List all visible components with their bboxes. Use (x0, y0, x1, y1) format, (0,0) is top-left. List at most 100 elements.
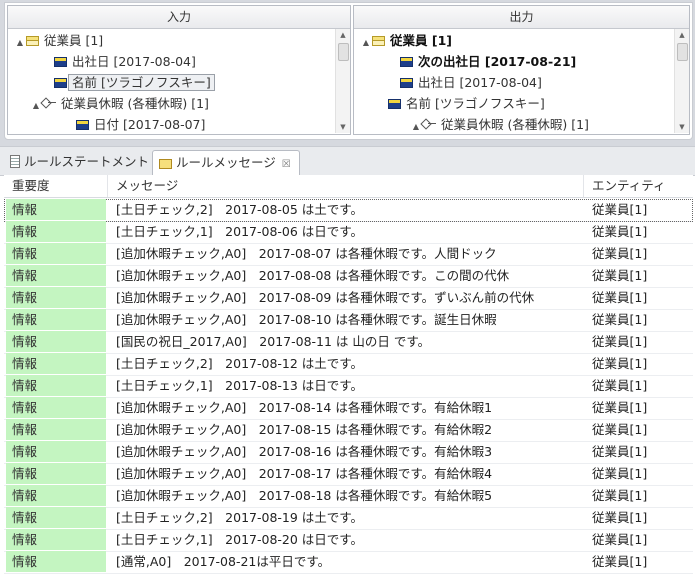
severity-cell: 情報 (6, 309, 106, 330)
severity-cell: 情報 (6, 353, 106, 374)
severity-cell: 情報 (6, 287, 106, 308)
entity-cell: 従業員[1] (592, 356, 648, 371)
table-row[interactable]: 情報 [追加休暇チェック,A0] 2017-08-17 は各種休暇です。有給休暇4… (4, 463, 693, 486)
message-cell: [追加休暇チェック,A0] 2017-08-14 は各種休暇です。有給休暇1 (116, 400, 493, 415)
tree-item-label: 従業員 [1] (390, 33, 452, 48)
table-row[interactable]: 情報 [土日チェック,2] 2017-08-19 は土です。 従業員[1] (4, 507, 693, 530)
input-panel-header: 入力 (8, 6, 350, 29)
table-row[interactable]: 情報 [土日チェック,1] 2017-08-20 は日です。 従業員[1] (4, 529, 693, 552)
tree-item[interactable]: ▲ 従業員 [1] (14, 30, 103, 51)
severity-cell: 情報 (6, 441, 106, 462)
scrollbar-thumb[interactable] (338, 43, 349, 61)
tree-item[interactable]: 出社日 [2017-08-04] (42, 51, 196, 72)
tree-item[interactable]: 出社日 [2017-08-04] (388, 72, 542, 93)
severity-cell: 情報 (6, 397, 106, 418)
table-row[interactable]: 情報 [追加休暇チェック,A0] 2017-08-18 は各種休暇です。有給休暇5… (4, 485, 693, 508)
table-row[interactable]: 情報 [追加休暇チェック,A0] 2017-08-10 は各種休暇です。誕生日休暇… (4, 309, 693, 332)
tree-item-label: 出社日 [2017-08-04] (418, 75, 542, 90)
column-header-message[interactable]: メッセージ (108, 175, 584, 197)
table-row[interactable]: 情報 [土日チェック,1] 2017-08-06 は日です。 従業員[1] (4, 221, 693, 244)
message-cell: [土日チェック,2] 2017-08-05 は土です。 (116, 202, 364, 217)
table-row[interactable]: 情報 [土日チェック,2] 2017-08-12 は土です。 従業員[1] (4, 353, 693, 376)
table-row[interactable]: 情報 [通常,A0] 2017-08-21は平日です。 従業員[1] (4, 551, 693, 574)
message-cell: [土日チェック,2] 2017-08-19 は土です。 (116, 510, 364, 525)
entity-cell: 従業員[1] (592, 488, 648, 503)
table-header: 重要度 メッセージ エンティティ (4, 175, 693, 198)
message-cell: [通常,A0] 2017-08-21は平日です。 (116, 554, 331, 569)
scroll-up-icon[interactable]: ▲ (675, 29, 689, 41)
severity-cell: 情報 (6, 463, 106, 484)
tree-item[interactable]: 次の出社日 [2017-08-21] (388, 51, 576, 72)
entity-cell: 従業員[1] (592, 268, 648, 283)
expand-toggle-icon[interactable]: ▲ (360, 32, 372, 53)
mapping-area: 入力 ▲ 従業員 [1] 出社日 [2017-08-04] 名前 [ツラゴノフスキー]… (0, 0, 695, 146)
entity-cell: 従業員[1] (592, 422, 648, 437)
field-icon (54, 78, 67, 88)
relation-icon (422, 119, 436, 129)
severity-cell: 情報 (6, 551, 106, 572)
scroll-down-icon[interactable]: ▼ (336, 121, 350, 133)
tree-item[interactable]: ▲ 従業員 [1] (360, 30, 452, 51)
table-row[interactable]: 情報 [追加休暇チェック,A0] 2017-08-14 は各種休暇です。有給休暇1… (4, 397, 693, 420)
severity-cell: 情報 (6, 331, 106, 352)
tree-item-label: 従業員 [1] (44, 33, 104, 48)
severity-cell: 情報 (6, 265, 106, 286)
table-row[interactable]: 情報 [追加休暇チェック,A0] 2017-08-15 は各種休暇です。有給休暇2… (4, 419, 693, 442)
table-row[interactable]: 情報 [国民の祝日_2017,A0] 2017-08-11 は 山の日 です。 従業… (4, 331, 693, 354)
field-icon (54, 57, 67, 67)
vertical-scrollbar[interactable]: ▲ ▼ (674, 29, 689, 133)
message-cell: [追加休暇チェック,A0] 2017-08-16 は各種休暇です。有給休暇3 (116, 444, 493, 459)
severity-cell: 情報 (6, 507, 106, 528)
column-header-entity[interactable]: エンティティ (584, 175, 693, 197)
tab-rule-message[interactable]: ルールメッセージ ☒ (152, 150, 300, 175)
table-row[interactable]: 情報 [土日チェック,1] 2017-08-13 は日です。 従業員[1] (4, 375, 693, 398)
table-row[interactable]: 情報 [追加休暇チェック,A0] 2017-08-07 は各種休暇です。人間ドック… (4, 243, 693, 266)
table-row[interactable]: 情報 [追加休暇チェック,A0] 2017-08-09 は各種休暇です。ずいぶん前… (4, 287, 693, 310)
entity-cell: 従業員[1] (592, 312, 648, 327)
expand-toggle-icon[interactable]: ▲ (14, 32, 26, 53)
tab-rule-statement[interactable]: ルールステートメント (4, 150, 157, 174)
field-icon (76, 120, 89, 130)
message-cell: [追加休暇チェック,A0] 2017-08-17 は各種休暇です。有給休暇4 (116, 466, 493, 481)
message-icon (159, 159, 172, 169)
input-tree[interactable]: ▲ 従業員 [1] 出社日 [2017-08-04] 名前 [ツラゴノフスキー] ▲ 従業… (8, 29, 350, 133)
output-panel: 出力 ▲ 従業員 [1] 次の出社日 [2017-08-21] 出社日 [2017-0… (353, 5, 690, 135)
rule-message-table: 重要度 メッセージ エンティティ 情報 [土日チェック,2] 2017-08-05… (4, 175, 693, 588)
entity-cell: 従業員[1] (592, 334, 648, 349)
tree-item[interactable]: ▲ 従業員休暇 (各種休暇) [1] (410, 114, 589, 133)
expand-toggle-icon[interactable]: ▲ (30, 95, 42, 116)
tab-label: ルールメッセージ (176, 155, 276, 170)
vertical-scrollbar[interactable]: ▲ ▼ (335, 29, 350, 133)
table-row[interactable]: 情報 [追加休暇チェック,A0] 2017-08-16 は各種休暇です。有給休暇3… (4, 441, 693, 464)
entity-cell: 従業員[1] (592, 466, 648, 481)
output-tree[interactable]: ▲ 従業員 [1] 次の出社日 [2017-08-21] 出社日 [2017-08-0… (354, 29, 689, 133)
severity-cell: 情報 (6, 375, 106, 396)
message-cell: [追加休暇チェック,A0] 2017-08-07 は各種休暇です。人間ドック (116, 246, 497, 261)
tree-item[interactable]: ▲ 従業員休暇 (各種休暇) [1] (30, 93, 209, 114)
document-icon (10, 155, 20, 168)
scroll-up-icon[interactable]: ▲ (336, 29, 350, 41)
close-icon[interactable]: ☒ (282, 159, 291, 170)
message-cell: [土日チェック,1] 2017-08-06 は日です。 (116, 224, 364, 239)
tree-item[interactable]: 日付 [2017-08-07] (64, 114, 205, 133)
tree-item[interactable]: 名前 [ツラゴノフスキー] (376, 93, 545, 114)
message-cell: [追加休暇チェック,A0] 2017-08-18 は各種休暇です。有給休暇5 (116, 488, 493, 503)
scrollbar-thumb[interactable] (677, 43, 688, 61)
field-icon (388, 99, 401, 109)
severity-cell: 情報 (6, 529, 106, 550)
scroll-down-icon[interactable]: ▼ (675, 121, 689, 133)
table-row[interactable]: 情報 [土日チェック,2] 2017-08-05 は土です。 従業員[1] (4, 199, 693, 222)
entity-cell: 従業員[1] (592, 202, 648, 217)
tree-item-label: 出社日 [2017-08-04] (72, 54, 196, 69)
severity-cell: 情報 (6, 221, 106, 242)
input-panel: 入力 ▲ 従業員 [1] 出社日 [2017-08-04] 名前 [ツラゴノフスキー]… (7, 5, 351, 135)
table-row[interactable]: 情報 [追加休暇チェック,A0] 2017-08-08 は各種休暇です。この間の代… (4, 265, 693, 288)
field-icon (400, 78, 413, 88)
output-panel-header: 出力 (354, 6, 689, 29)
column-header-severity[interactable]: 重要度 (4, 175, 108, 197)
message-cell: [土日チェック,1] 2017-08-13 は日です。 (116, 378, 364, 393)
entity-cell: 従業員[1] (592, 554, 648, 569)
tree-item[interactable]: 名前 [ツラゴノフスキー] (42, 72, 215, 93)
tab-label: ルールステートメント (24, 154, 150, 169)
severity-cell: 情報 (6, 419, 106, 440)
